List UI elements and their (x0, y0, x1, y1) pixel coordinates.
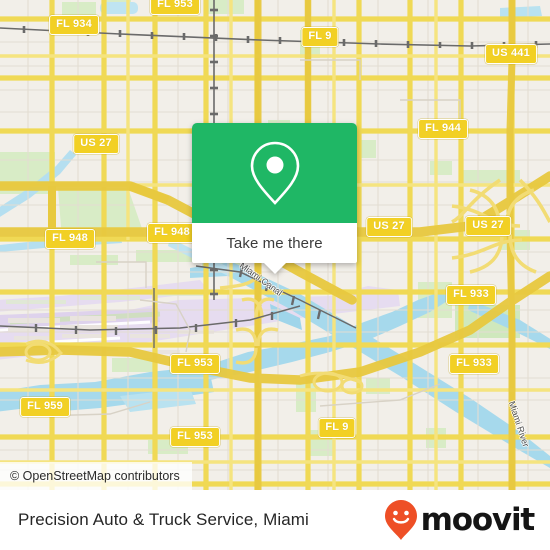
road-shield: FL 9 (301, 27, 339, 47)
moovit-pin-icon (384, 500, 417, 540)
map-attribution[interactable]: © OpenStreetMap contributors (0, 462, 192, 490)
road-shield: US 441 (485, 44, 537, 64)
moovit-logo[interactable]: moovit (384, 499, 536, 541)
road-shield: FL 953 (170, 427, 220, 447)
map-canvas[interactable]: FL 934 FL 953 FL 9 US 441 US 27 FL 944 F… (0, 0, 550, 490)
road-shield: FL 9 (318, 418, 356, 438)
road-shield: FL 953 (150, 0, 200, 15)
road-shield: FL 933 (446, 285, 496, 305)
road-shield: FL 933 (449, 354, 499, 374)
road-shield: FL 959 (20, 397, 70, 417)
place-title: Precision Auto & Truck Service, Miami (18, 510, 309, 529)
road-shield: FL 948 (45, 229, 95, 249)
callout-action[interactable]: Take me there (192, 223, 357, 263)
road-shield: US 27 (465, 216, 511, 236)
road-shield: US 27 (73, 134, 119, 154)
attribution-text: © OpenStreetMap contributors (10, 469, 180, 483)
moovit-wordmark: moovit (420, 501, 536, 538)
place-callout-card[interactable]: Take me there (192, 123, 357, 274)
callout-header (192, 123, 357, 223)
location-pin-icon (250, 141, 299, 205)
road-shield: FL 953 (170, 354, 220, 374)
road-shield: FL 934 (49, 15, 99, 35)
road-shield: FL 944 (418, 119, 468, 139)
road-shield: US 27 (366, 217, 412, 237)
footer-bar: Precision Auto & Truck Service, Miami mo… (0, 490, 550, 550)
road-shield: FL 948 (147, 223, 197, 243)
take-me-there-label: Take me there (226, 234, 323, 252)
screenshot-root: FL 934 FL 953 FL 9 US 441 US 27 FL 944 F… (0, 0, 550, 550)
callout-pointer (263, 263, 286, 274)
